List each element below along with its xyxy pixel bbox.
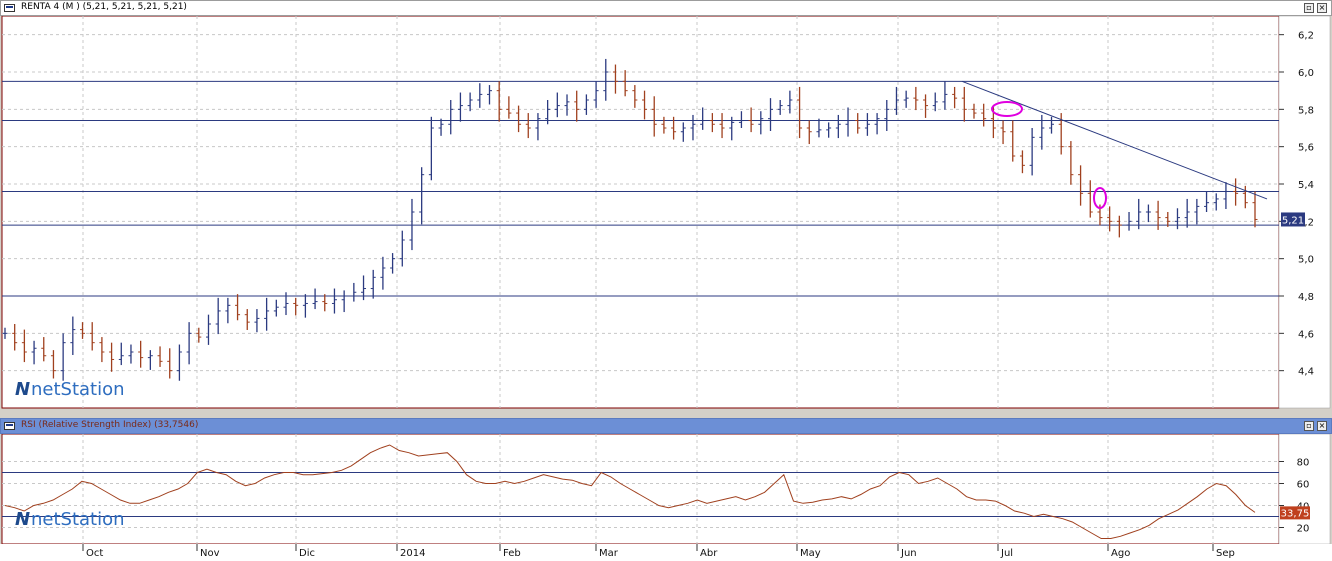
time-tick-label: Jul (1000, 548, 1013, 559)
watermark-text: netStation (31, 509, 125, 530)
price-tick-label: 5,4 (1298, 180, 1314, 191)
netstation-watermark: N netStation (15, 379, 125, 400)
minimize-icon[interactable]: ▫ (1304, 421, 1314, 431)
rsi-chart: 80604020 OctNovDic2014FebMarAbrMayJunJul… (0, 434, 1332, 561)
price-tick-label: 5,0 (1298, 255, 1314, 266)
last-price-label: 5,21 (1282, 215, 1304, 226)
rsi-last-value-label: 33,75 (1281, 508, 1310, 519)
close-icon[interactable]: × (1317, 421, 1327, 431)
time-tick-label: Abr (700, 548, 718, 559)
rsi-tick-label: 80 (1297, 458, 1310, 469)
watermark-logo-icon: N (15, 379, 30, 400)
price-chart: 6,26,05,85,65,45,25,04,84,64,4 5,21 N ne… (1, 16, 1331, 409)
time-tick-label: 2014 (400, 548, 425, 559)
time-tick-label: Nov (200, 548, 220, 559)
rsi-last-value-marker: 33,75 (1280, 506, 1310, 520)
price-tick-label: 5,8 (1298, 105, 1314, 116)
close-icon[interactable]: × (1317, 3, 1327, 13)
time-tick-label: Dic (299, 548, 315, 559)
last-price-marker: 5,21 (1281, 212, 1305, 227)
price-panel-titlebar: RENTA 4 (M ) (5,21, 5,21, 5,21, 5,21) ▫ … (0, 0, 1332, 16)
minimize-icon[interactable]: ▫ (1304, 3, 1314, 13)
watermark-text: netStation (31, 379, 125, 400)
time-tick-label: Oct (86, 548, 103, 559)
price-tick-label: 4,4 (1298, 367, 1314, 378)
rsi-tick-label: 60 (1297, 480, 1310, 491)
price-panel-title: RENTA 4 (M ) (5,21, 5,21, 5,21, 5,21) (21, 2, 187, 12)
price-plot-area (1, 16, 1280, 409)
chart-icon (4, 4, 15, 12)
price-tick-label: 6,2 (1298, 31, 1314, 42)
time-tick-label: Sep (1216, 548, 1235, 559)
time-tick-label: Jun (900, 548, 917, 559)
time-tick-label: Feb (503, 548, 521, 559)
price-tick-label: 5,6 (1298, 143, 1314, 154)
time-tick-label: May (800, 548, 821, 559)
rsi-tick-label: 20 (1297, 524, 1310, 535)
time-tick-label: Mar (599, 548, 619, 559)
time-tick-label: Ago (1111, 548, 1130, 559)
netstation-watermark: N netStation (15, 509, 125, 530)
rsi-panel-titlebar: RSI (Relative Strength Index) (33,7546) … (0, 418, 1332, 434)
price-tick-label: 4,8 (1298, 292, 1314, 303)
price-tick-label: 6,0 (1298, 68, 1314, 79)
price-tick-label: 4,6 (1298, 329, 1314, 340)
watermark-logo-icon: N (15, 509, 30, 530)
chart-icon (4, 422, 15, 430)
rsi-panel-title: RSI (Relative Strength Index) (33,7546) (21, 420, 199, 430)
